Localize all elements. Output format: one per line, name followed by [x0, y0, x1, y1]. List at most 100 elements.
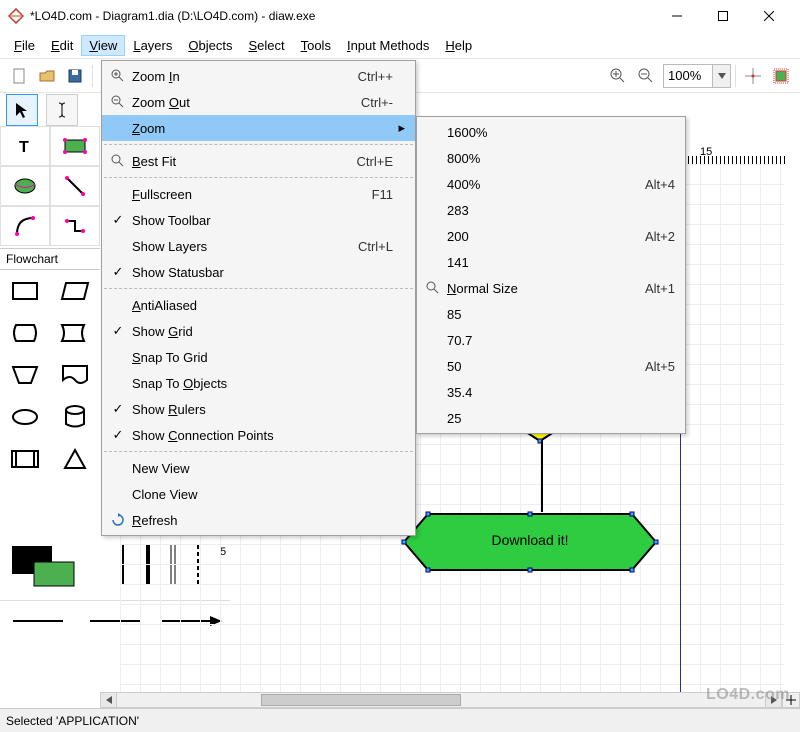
shape-stored-data[interactable] [50, 312, 100, 354]
svg-text:T: T [19, 139, 29, 156]
zoom-70[interactable]: 70.7 [417, 327, 685, 353]
menu-antialiased[interactable]: AntiAliased [102, 292, 415, 318]
menu-bar: File Edit View Layers Objects Select Too… [0, 32, 800, 58]
zoom-out-button[interactable] [633, 63, 659, 89]
box-tool[interactable] [50, 126, 100, 166]
line-tool[interactable] [50, 166, 100, 206]
zoom-141[interactable]: 141 [417, 249, 685, 275]
menu-show-statusbar[interactable]: ✓Show Statusbar [102, 259, 415, 285]
menu-file[interactable]: File [6, 35, 43, 56]
scroll-left-button[interactable] [101, 693, 117, 707]
menu-view[interactable]: View [81, 35, 125, 56]
check-icon: ✓ [108, 212, 128, 228]
shape-predefined[interactable] [0, 438, 50, 480]
zoom-combo[interactable]: 100% [663, 64, 731, 88]
menu-separator [104, 451, 413, 452]
shape-document[interactable] [50, 354, 100, 396]
menu-zoom-out[interactable]: Zoom OutCtrl+- [102, 89, 415, 115]
zoom-85[interactable]: 85 [417, 301, 685, 327]
zoom-400[interactable]: 400%Alt+4 [417, 171, 685, 197]
check-icon: ✓ [108, 323, 128, 339]
status-text: Selected 'APPLICATION' [6, 714, 139, 728]
maximize-button[interactable] [700, 1, 746, 31]
save-button[interactable] [62, 63, 88, 89]
menu-show-rulers[interactable]: ✓Show Rulers [102, 396, 415, 422]
menu-show-toolbar[interactable]: ✓Show Toolbar [102, 207, 415, 233]
scrollbar-thumb[interactable] [261, 694, 461, 706]
menu-zoom-in[interactable]: Zoom InCtrl++ [102, 63, 415, 89]
watermark: LO4D.com [706, 686, 790, 704]
app-icon [8, 8, 24, 24]
zoom-283[interactable]: 283 [417, 197, 685, 223]
shape-cylinder[interactable] [50, 396, 100, 438]
menu-snap-grid[interactable]: Snap To Grid [102, 344, 415, 370]
zoom-800[interactable]: 800% [417, 145, 685, 171]
menu-layers[interactable]: Layers [125, 35, 180, 56]
zoom-in-button[interactable] [605, 63, 631, 89]
menu-best-fit[interactable]: Best FitCtrl+E [102, 148, 415, 174]
view-menu-dropdown: Zoom InCtrl++ Zoom OutCtrl+- Zoom▸ Best … [101, 60, 416, 536]
shape-ellipse[interactable] [0, 396, 50, 438]
menu-fullscreen[interactable]: FullscreenF11 [102, 181, 415, 207]
shape-process[interactable] [0, 270, 50, 312]
best-fit-icon [108, 154, 128, 168]
menu-show-grid[interactable]: ✓Show Grid [102, 318, 415, 344]
shape-display[interactable] [0, 312, 50, 354]
arc-tool[interactable] [0, 206, 50, 246]
new-doc-button[interactable] [6, 63, 32, 89]
text-tool[interactable]: T [0, 126, 50, 166]
menu-show-connection-points[interactable]: ✓Show Connection Points [102, 422, 415, 448]
zoom-200[interactable]: 200Alt+2 [417, 223, 685, 249]
hexagon-text: Download it! [400, 532, 660, 548]
menu-refresh[interactable]: Refresh [102, 507, 415, 533]
zoom-dropdown-button[interactable] [712, 65, 730, 87]
zoom-1600[interactable]: 1600% [417, 119, 685, 145]
menu-show-layers[interactable]: Show LayersCtrl+L [102, 233, 415, 259]
close-button[interactable] [746, 1, 792, 31]
ellipse-tool[interactable] [0, 166, 50, 206]
horizontal-scrollbar[interactable] [100, 692, 782, 708]
menu-separator [104, 288, 413, 289]
menu-new-view[interactable]: New View [102, 455, 415, 481]
object-snap-button[interactable] [768, 63, 794, 89]
menu-select[interactable]: Select [240, 35, 292, 56]
connector-line[interactable] [540, 440, 544, 512]
arrow-start[interactable] [0, 601, 77, 641]
menu-zoom-submenu[interactable]: Zoom▸ [102, 115, 415, 141]
menu-separator [104, 144, 413, 145]
zoom-normal[interactable]: Normal SizeAlt+1 [417, 275, 685, 301]
color-swatch[interactable] [6, 540, 94, 590]
shape-parallelogram[interactable] [50, 270, 100, 312]
pointer-tool[interactable] [6, 94, 38, 126]
menu-clone-view[interactable]: Clone View [102, 481, 415, 507]
menu-objects[interactable]: Objects [180, 35, 240, 56]
hexagon-shape-download[interactable]: Download it! [400, 510, 660, 570]
check-icon: ✓ [108, 264, 128, 280]
snap-button[interactable] [740, 63, 766, 89]
zoom-25[interactable]: 25 [417, 405, 685, 431]
shape-category[interactable]: Flowchart [0, 248, 100, 270]
zoom-50[interactable]: 50Alt+5 [417, 353, 685, 379]
menu-help[interactable]: Help [437, 35, 480, 56]
menu-separator [104, 177, 413, 178]
separator [92, 65, 93, 87]
zoom-fit-icon [423, 281, 443, 295]
menu-snap-objects[interactable]: Snap To Objects [102, 370, 415, 396]
minimize-button[interactable] [654, 1, 700, 31]
title-bar: *LO4D.com - Diagram1.dia (D:\LO4D.com) -… [0, 0, 800, 32]
menu-tools[interactable]: Tools [293, 35, 339, 56]
menu-input-methods[interactable]: Input Methods [339, 35, 437, 56]
status-bar: Selected 'APPLICATION' [0, 708, 800, 732]
shape-extract[interactable] [50, 438, 100, 480]
zoom-in-icon [108, 69, 128, 83]
refresh-icon [108, 513, 128, 527]
zoom-35[interactable]: 35.4 [417, 379, 685, 405]
menu-edit[interactable]: Edit [43, 35, 81, 56]
open-button[interactable] [34, 63, 60, 89]
zigzag-tool[interactable] [50, 206, 100, 246]
zoom-value[interactable]: 100% [664, 68, 712, 83]
text-cursor-tool[interactable] [46, 94, 78, 126]
submenu-arrow-icon: ▸ [393, 120, 405, 136]
separator [735, 65, 736, 87]
shape-manual-op[interactable] [0, 354, 50, 396]
